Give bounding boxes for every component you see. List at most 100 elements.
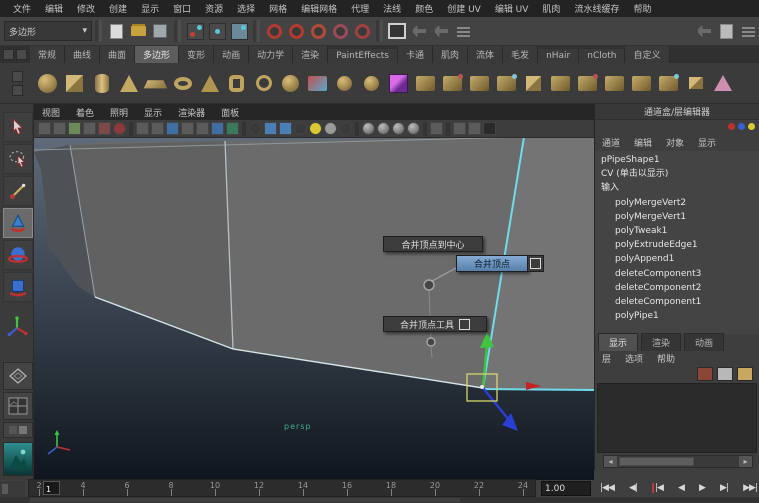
input-node[interactable]: polyMergeVert2 <box>601 196 759 210</box>
create-layer-from-selected-icon[interactable] <box>717 367 733 381</box>
menu-set-dropdown[interactable]: 多边形 ▾ <box>4 21 92 41</box>
input-node[interactable]: polyExtrudeEdge1 <box>601 238 759 252</box>
shape-node-name[interactable]: pPipeShape1 <box>601 153 759 167</box>
menu-create-uv[interactable]: 创建 UV <box>440 2 488 15</box>
viewport-renderer-icon[interactable] <box>279 122 292 135</box>
step-back-key-button[interactable]: |◀ <box>652 483 663 493</box>
shelf-arrow-up-icon[interactable] <box>12 71 23 82</box>
2d-pan-zoom-icon[interactable] <box>113 122 126 135</box>
panel-menu-show[interactable]: 显示 <box>136 106 170 119</box>
render-settings-icon[interactable] <box>453 21 473 41</box>
append-poly-icon[interactable] <box>358 66 385 100</box>
shelf-tab-muscle[interactable]: 肌肉 <box>433 46 468 63</box>
cv-hint[interactable]: CV (单击以显示) <box>601 167 759 181</box>
viewport-canvas[interactable] <box>34 138 594 480</box>
construction-history-icon[interactable] <box>387 21 407 41</box>
input-node[interactable]: polyAppend1 <box>601 252 759 266</box>
menu-edit-cb[interactable]: 编辑 <box>627 136 659 149</box>
poly-pipe-icon[interactable] <box>223 66 250 100</box>
shelf-tab-ncloth[interactable]: nCloth <box>579 49 625 63</box>
merge-vertex-icon[interactable] <box>601 66 628 100</box>
layer-options-icon[interactable] <box>737 367 753 381</box>
combine-icon[interactable] <box>412 66 439 100</box>
gate-mask-icon[interactable] <box>483 122 496 135</box>
snap-curve-icon[interactable] <box>286 21 306 41</box>
rotate-tool-icon[interactable] <box>3 240 33 270</box>
menu-help-le[interactable]: 帮助 <box>650 352 682 365</box>
sculpt-tool-icon[interactable] <box>304 66 331 100</box>
select-hierarchy-icon[interactable] <box>185 21 205 41</box>
poly-cube-icon[interactable] <box>61 66 88 100</box>
menu-pipeline-cache[interactable]: 流水线缓存 <box>567 2 626 15</box>
range-slider-bar[interactable] <box>30 498 460 502</box>
bookmark-icon[interactable] <box>83 122 96 135</box>
scrollbar-track[interactable] <box>617 456 739 467</box>
menu-edit[interactable]: 编辑 <box>38 2 70 15</box>
shelf-tab-toggle-icon[interactable] <box>3 49 14 60</box>
contrast-icon[interactable] <box>324 122 337 135</box>
menu-select[interactable]: 选择 <box>230 2 262 15</box>
new-scene-icon[interactable] <box>106 21 126 41</box>
manipulator-red-icon[interactable] <box>728 123 735 130</box>
menu-edit-mesh[interactable]: 编辑网格 <box>294 2 344 15</box>
screen-space-ao-icon[interactable] <box>211 122 224 135</box>
isolate-select-icon[interactable] <box>362 122 375 135</box>
menu-mesh[interactable]: 网格 <box>262 2 294 15</box>
four-pane-layout-icon[interactable] <box>3 392 33 420</box>
film-gate-icon[interactable] <box>453 122 466 135</box>
marking-menu-item-merge-vertex-tool[interactable]: 合并顶点工具 <box>383 316 487 332</box>
scroll-right-icon[interactable]: ▸ <box>739 456 752 467</box>
snap-point-icon[interactable] <box>308 21 328 41</box>
input-node[interactable]: deleteComponent1 <box>601 295 759 309</box>
panel-menu-panels[interactable]: 面板 <box>213 106 247 119</box>
shelf-tab-custom[interactable]: 自定义 <box>625 46 669 63</box>
manipulator-blue-icon[interactable] <box>738 123 745 130</box>
menu-channels[interactable]: 通道 <box>595 136 627 149</box>
subdiv-proxy-icon[interactable] <box>385 66 412 100</box>
use-all-lights-icon[interactable] <box>181 122 194 135</box>
input-node[interactable]: polyTweak1 <box>601 224 759 238</box>
scrollbar-thumb[interactable] <box>619 457 694 466</box>
lasso-select-tool-icon[interactable] <box>3 144 33 174</box>
gamma-icon[interactable] <box>294 122 307 135</box>
make-live-icon[interactable] <box>352 21 372 41</box>
play-forwards-button[interactable]: ▶ <box>699 483 705 493</box>
poly-cylinder-icon[interactable] <box>88 66 115 100</box>
motion-blur-icon[interactable] <box>226 122 239 135</box>
ipr-render-icon[interactable] <box>431 21 451 41</box>
shelf-tab-nhair[interactable]: nHair <box>538 49 579 63</box>
horizontal-scrollbar[interactable]: ◂ ▸ <box>603 455 753 468</box>
extract-icon[interactable] <box>466 66 493 100</box>
hypershade-layout-icon[interactable] <box>3 442 33 476</box>
shelf-tab-polygons[interactable]: 多边形 <box>135 46 179 63</box>
marking-menu-item-merge-vertices[interactable]: 合并顶点 <box>456 255 528 272</box>
menu-file[interactable]: 文件 <box>6 2 38 15</box>
shelf-tab-fluids[interactable]: 流体 <box>468 46 503 63</box>
paint-select-tool-icon[interactable] <box>3 176 33 206</box>
current-frame-indicator[interactable]: 1 <box>43 481 60 495</box>
panel-menu-view[interactable]: 视图 <box>34 106 68 119</box>
lock-camera-icon[interactable] <box>53 122 66 135</box>
poly-plane-icon[interactable] <box>142 66 169 100</box>
smooth-icon[interactable] <box>520 66 547 100</box>
snap-plane-icon[interactable] <box>330 21 350 41</box>
menu-color[interactable]: 颜色 <box>408 2 440 15</box>
panel-menu-shading[interactable]: 着色 <box>68 106 102 119</box>
split-poly-icon[interactable] <box>628 66 655 100</box>
shelf-tab-general[interactable]: 常规 <box>30 46 65 63</box>
selected-vertex[interactable] <box>480 385 484 389</box>
step-forward-key-button[interactable]: ▶| <box>720 483 728 493</box>
insert-edge-loop-icon[interactable] <box>655 66 682 100</box>
menu-layers[interactable]: 层 <box>595 352 618 365</box>
channel-box-toggle-icon[interactable] <box>716 21 736 41</box>
input-node[interactable]: deleteComponent2 <box>601 281 759 295</box>
two-pane-layout-icon[interactable] <box>3 422 33 438</box>
shelf-tab-rendering[interactable]: 渲染 <box>293 46 328 63</box>
snap-grid-icon[interactable] <box>264 21 284 41</box>
color-management-icon[interactable] <box>339 122 352 135</box>
quad-draw-icon[interactable] <box>331 66 358 100</box>
textured-icon[interactable] <box>166 122 179 135</box>
shelf-tab-deformation[interactable]: 变形 <box>179 46 214 63</box>
shelf-tab-curves[interactable]: 曲线 <box>65 46 100 63</box>
sequence-time-icon[interactable] <box>264 122 277 135</box>
